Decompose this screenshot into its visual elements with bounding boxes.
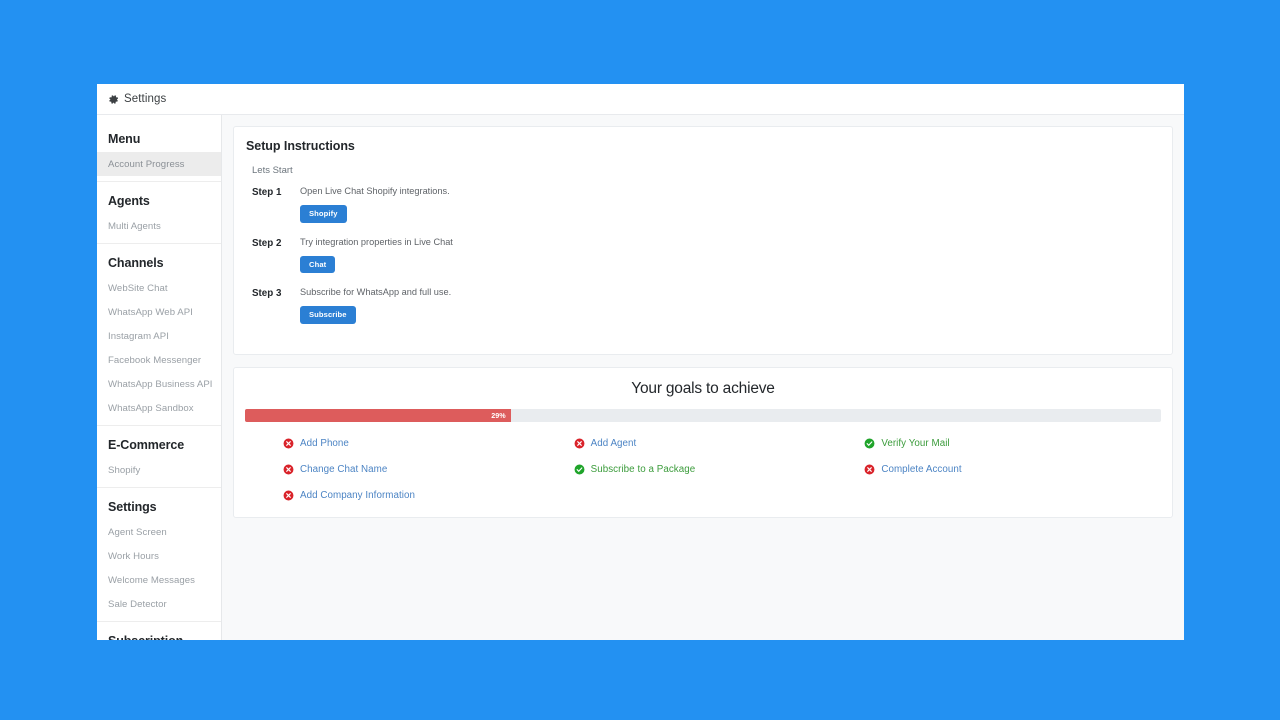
goal-item-subscribe-to-a-package[interactable]: Subscribe to a Package [574, 464, 865, 475]
circle-x-icon [283, 490, 294, 501]
setup-steps-list: Step 1 Open Live Chat Shopify integration… [246, 186, 1160, 335]
setup-step-body: Open Live Chat Shopify integrations. Shop… [300, 186, 1160, 234]
goal-item-label: Complete Account [881, 463, 962, 475]
setup-step-text: Try integration properties in Live Chat [300, 236, 453, 247]
circle-check-icon [574, 464, 585, 475]
window-body: Menu Account Progress Agents Multi Agents Ch… [97, 115, 1184, 640]
goal-item-label: Add Phone [300, 437, 349, 449]
circle-x-icon [283, 464, 294, 475]
setup-step-label: Step 1 [252, 187, 282, 198]
sidebar-item-account-progress[interactable]: Account Progress [97, 152, 221, 176]
sidebar-item-shopify[interactable]: Shopify [97, 458, 221, 482]
goals-list: Add Phone Add Agent Verify Your Mail Change… [245, 438, 1161, 501]
circle-x-icon [864, 464, 875, 475]
setup-step-button-chat[interactable]: Chat [300, 255, 336, 274]
circle-check-icon [864, 438, 875, 449]
sidebar-group: Menu Account Progress [97, 127, 221, 176]
sidebar-group: Settings Agent Screen Work Hours Welcome Me… [97, 487, 221, 616]
setup-step-label: Step 2 [252, 237, 282, 249]
setup-step-button-shopify[interactable]: Shopify [300, 204, 347, 223]
goals-panel-title: Your goals to achieve [631, 379, 775, 397]
sidebar-group-heading: E-Commerce [97, 425, 221, 458]
goal-item-add-company-information[interactable]: Add Company Information [283, 490, 574, 501]
sidebar-item-facebook-messenger[interactable]: Facebook Messenger [97, 348, 221, 372]
setup-step-button-subscribe[interactable]: Subscribe [300, 306, 356, 324]
sidebar-group-heading: Subscription [97, 621, 221, 640]
gear-icon [108, 94, 119, 105]
sidebar-item-welcome-messages[interactable]: Welcome Messages [97, 568, 221, 592]
goals-progress-bar: 29% [245, 408, 1161, 422]
setup-step-body: Try integration properties in Live Chat C… [300, 237, 1160, 285]
setup-step-label: Step 3 [252, 288, 282, 300]
sidebar-item-whatsapp-sandbox[interactable]: WhatsApp Sandbox [97, 396, 221, 420]
main-content: Setup Instructions Lets Start Step 1 Open… [222, 115, 1184, 640]
setup-step-row: Step 2 Try integration properties in Live… [246, 237, 1160, 285]
goal-item-change-chat-name[interactable]: Change Chat Name [283, 464, 574, 475]
setup-instructions-panel: Setup Instructions Lets Start Step 1 Open… [233, 126, 1173, 355]
goal-item-add-phone[interactable]: Add Phone [283, 438, 574, 449]
settings-window: Settings Menu Account Progress Agents Multi… [97, 84, 1184, 640]
sidebar-item-website-chat[interactable]: WebSite Chat [97, 276, 221, 300]
goal-item-verify-your-mail[interactable]: Verify Your Mail [864, 438, 1155, 449]
setup-step-body: Subscribe for WhatsApp and full use. Subs… [300, 287, 1160, 335]
window-titlebar: Settings [97, 84, 1184, 115]
sidebar-item-instagram-api[interactable]: Instagram API [97, 324, 221, 348]
sidebar-item-agent-screen[interactable]: Agent Screen [97, 520, 221, 544]
setup-step-text: Subscribe for WhatsApp and full use. [300, 287, 452, 298]
sidebar-group-heading: Menu [108, 132, 141, 146]
sidebar-group-heading: Channels [97, 243, 221, 276]
sidebar-group-heading: Settings [97, 487, 221, 520]
window-title-text: Settings [124, 93, 167, 105]
sidebar-group: E-Commerce Shopify [97, 425, 221, 482]
sidebar-item-whatsapp-business-api[interactable]: WhatsApp Business API [97, 372, 221, 396]
sidebar-group: Agents Multi Agents [97, 181, 221, 238]
sidebar-group: SubscriptionPackages [97, 621, 221, 640]
goal-item-label: Add Company Information [300, 489, 415, 501]
goal-item-label: Verify Your Mail [881, 437, 950, 449]
goal-item-label: Add Agent [590, 437, 637, 449]
setup-subtitle: Lets Start [252, 165, 293, 176]
sidebar-item-multi-agents[interactable]: Multi Agents [97, 214, 221, 238]
setup-panel-title: Setup Instructions [246, 139, 355, 153]
goals-progress-label: 29% [491, 410, 506, 420]
setup-step-row: Step 1 Open Live Chat Shopify integration… [246, 186, 1160, 234]
goal-item-label: Change Chat Name [300, 463, 388, 475]
setup-step-row: Step 3 Subscribe for WhatsApp and full us… [246, 287, 1160, 335]
sidebar-item-work-hours[interactable]: Work Hours [97, 544, 221, 568]
circle-x-icon [283, 438, 294, 449]
sidebar-item-sale-detector[interactable]: Sale Detector [97, 592, 221, 616]
goal-item-add-agent[interactable]: Add Agent [574, 438, 865, 449]
goals-panel: Your goals to achieve 29% Add Phone Add A… [233, 366, 1173, 518]
sidebar-navigation: Menu Account Progress Agents Multi Agents Ch… [97, 115, 222, 640]
goal-item-complete-account[interactable]: Complete Account [864, 464, 1155, 475]
goals-progress-fill: 29% [245, 408, 511, 422]
goal-item-label: Subscribe to a Package [590, 463, 696, 475]
sidebar-item-whatsapp-web-api[interactable]: WhatsApp Web API [97, 300, 221, 324]
titlebar-title-group: Settings [108, 93, 166, 105]
sidebar-group: Channels WebSite Chat WhatsApp Web API Inst… [97, 243, 221, 420]
circle-x-icon [574, 438, 585, 449]
sidebar-group-heading: Agents [97, 181, 221, 214]
setup-step-text: Open Live Chat Shopify integrations. [300, 186, 450, 196]
